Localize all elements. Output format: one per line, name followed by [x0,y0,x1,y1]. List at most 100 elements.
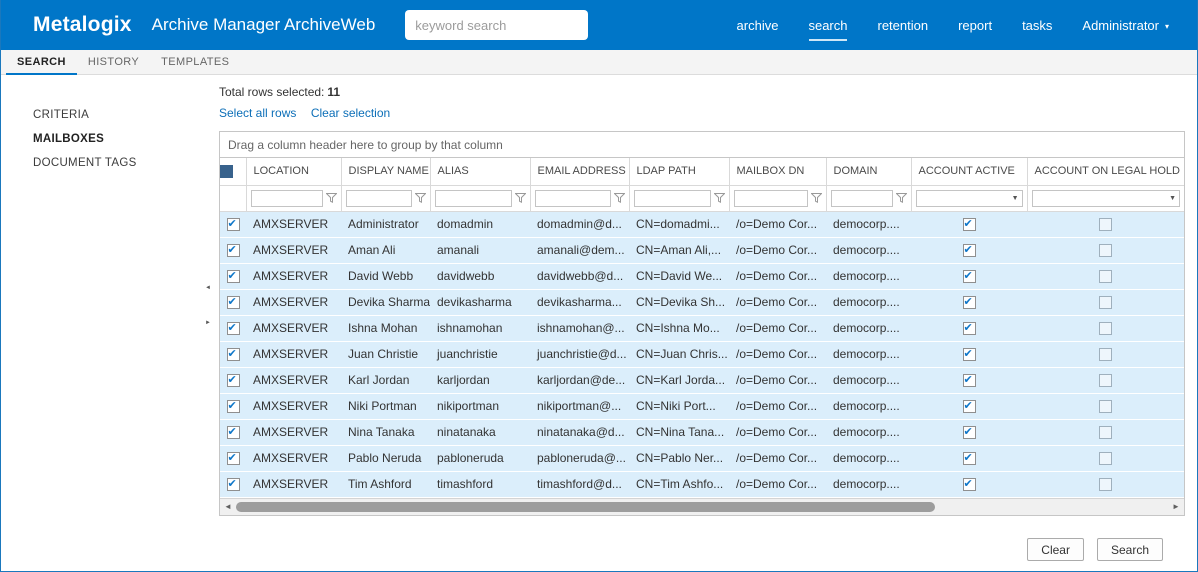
legal-hold-checkbox[interactable] [1099,218,1112,231]
select-all-checkbox[interactable] [220,165,233,178]
filter-funnel-icon[interactable] [714,193,725,203]
select-all-rows-link[interactable]: Select all rows [219,106,296,120]
filter-funnel-icon[interactable] [614,193,625,203]
filter-cell-account-active: ▼ [911,185,1027,211]
legal-hold-checkbox[interactable] [1099,322,1112,335]
account-active-checkbox[interactable] [963,270,976,283]
filter-input-ldap-path[interactable] [634,190,711,207]
cell-display-name: Nina Tanaka [341,419,430,445]
search-button[interactable]: Search [1097,538,1163,561]
account-active-checkbox[interactable] [963,322,976,335]
account-active-checkbox[interactable] [963,374,976,387]
cell-mailbox-dn: /o=Demo Cor... [729,315,826,341]
row-checkbox[interactable] [227,218,240,231]
row-checkbox[interactable] [227,270,240,283]
row-select-cell [220,393,246,419]
row-checkbox[interactable] [227,296,240,309]
scroll-right-icon[interactable]: ► [1171,499,1181,515]
sidebar-item-mailboxes[interactable]: MAILBOXES [33,133,205,145]
scrollbar-thumb[interactable] [236,502,935,512]
legal-hold-checkbox[interactable] [1099,452,1112,465]
sidebar-item-criteria[interactable]: CRITERIA [33,109,205,121]
filter-input-location[interactable] [251,190,323,207]
app-window: Metalogix Archive Manager ArchiveWeb arc… [0,0,1198,572]
row-checkbox[interactable] [227,452,240,465]
tab-history[interactable]: HISTORY [77,50,150,75]
nav-retention[interactable]: retention [878,18,929,33]
row-checkbox[interactable] [227,478,240,491]
tab-search[interactable]: SEARCH [6,50,77,75]
filter-input-domain[interactable] [831,190,893,207]
column-header-account-active[interactable]: ACCOUNT ACTIVE [911,158,1027,185]
cell-email: nikiportman@... [530,393,629,419]
nav-search[interactable]: search [808,18,847,33]
row-checkbox[interactable] [227,348,240,361]
account-active-checkbox[interactable] [963,478,976,491]
legal-hold-checkbox[interactable] [1099,296,1112,309]
filter-funnel-icon[interactable] [515,193,526,203]
row-checkbox[interactable] [227,244,240,257]
legal-hold-checkbox[interactable] [1099,348,1112,361]
clear-button[interactable]: Clear [1027,538,1084,561]
row-checkbox[interactable] [227,426,240,439]
filter-funnel-icon[interactable] [326,193,337,203]
account-active-checkbox[interactable] [963,296,976,309]
nav-report[interactable]: report [958,18,992,33]
cell-domain: democorp.... [826,315,911,341]
row-checkbox[interactable] [227,400,240,413]
row-select-cell [220,419,246,445]
clear-selection-link[interactable]: Clear selection [311,106,390,120]
scroll-left-icon[interactable]: ◄ [223,499,233,515]
legal-hold-checkbox[interactable] [1099,400,1112,413]
cell-location: AMXSERVER [246,419,341,445]
legal-hold-checkbox[interactable] [1099,244,1112,257]
filter-input-mailbox-dn[interactable] [734,190,808,207]
filter-dropdown-account-active[interactable]: ▼ [916,190,1023,207]
filter-funnel-icon[interactable] [415,193,426,203]
dropdown-caret-icon: ▼ [1012,195,1019,202]
account-active-checkbox[interactable] [963,452,976,465]
keyword-search-input[interactable] [405,10,588,40]
column-header-domain[interactable]: DOMAIN [826,158,911,185]
legal-hold-checkbox[interactable] [1099,270,1112,283]
column-header-account-on-legal-hold[interactable]: ACCOUNT ON LEGAL HOLD [1027,158,1184,185]
account-active-checkbox[interactable] [963,426,976,439]
collapse-left-icon[interactable]: ◄ [205,285,211,291]
mailbox-grid: Drag a column header here to group by th… [219,131,1185,516]
account-active-checkbox[interactable] [963,218,976,231]
nav-archive[interactable]: archive [737,18,779,33]
filter-input-display-name[interactable] [346,190,412,207]
row-checkbox[interactable] [227,374,240,387]
sidebar-item-document-tags[interactable]: DOCUMENT TAGS [33,157,205,169]
filter-dropdown-account-on-legal-hold[interactable]: ▼ [1032,190,1181,207]
scrollbar-track[interactable] [236,499,1168,515]
account-active-checkbox[interactable] [963,400,976,413]
column-header-alias[interactable]: ALIAS [430,158,530,185]
column-header-location[interactable]: LOCATION [246,158,341,185]
column-header-ldap-path[interactable]: LDAP PATH [629,158,729,185]
expand-right-icon[interactable]: ► [205,320,211,326]
top-bar: Metalogix Archive Manager ArchiveWeb arc… [1,0,1197,50]
legal-hold-checkbox[interactable] [1099,478,1112,491]
panel-splitter[interactable]: ◄ ► [205,75,219,571]
column-header-display-name[interactable]: DISPLAY NAME [341,158,430,185]
row-select-cell [220,341,246,367]
filter-funnel-icon[interactable] [811,193,822,203]
row-checkbox[interactable] [227,322,240,335]
filter-funnel-icon[interactable] [896,193,907,203]
account-active-checkbox[interactable] [963,244,976,257]
legal-hold-checkbox[interactable] [1099,374,1112,387]
filter-input-email-address[interactable] [535,190,611,207]
column-header-email-address[interactable]: EMAIL ADDRESS [530,158,629,185]
legal-hold-checkbox[interactable] [1099,426,1112,439]
column-header-mailbox-dn[interactable]: MAILBOX DN [729,158,826,185]
legal-hold-cell [1027,237,1184,263]
filter-input-alias[interactable] [435,190,512,207]
account-active-checkbox[interactable] [963,348,976,361]
cell-ldap: CN=Karl Jorda... [629,367,729,393]
tab-templates[interactable]: TEMPLATES [150,50,240,75]
account-active-cell [911,393,1027,419]
nav-administrator[interactable]: Administrator▾ [1082,18,1169,33]
horizontal-scrollbar[interactable]: ◄ ► [220,498,1184,515]
nav-tasks[interactable]: tasks [1022,18,1052,33]
